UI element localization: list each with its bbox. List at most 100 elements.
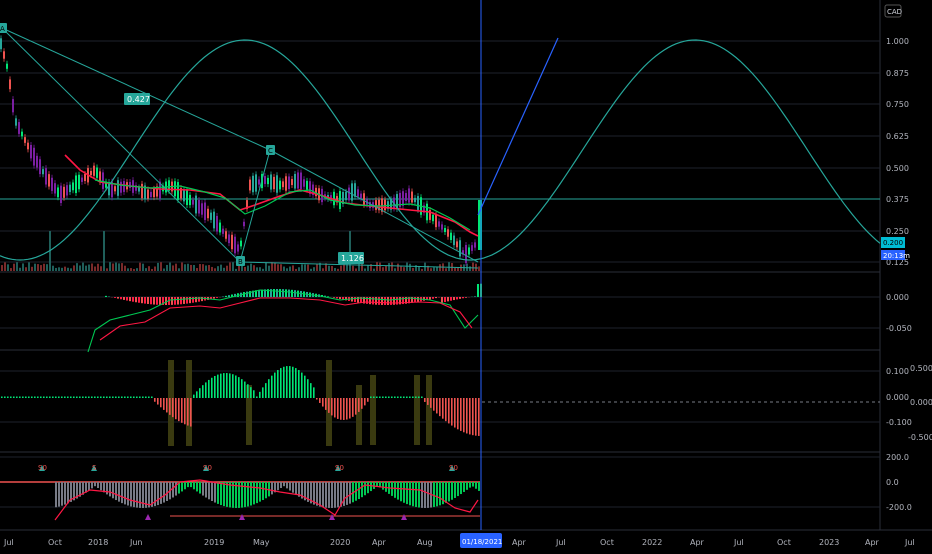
macd-bar	[150, 297, 152, 304]
time-label: Apr	[865, 538, 880, 547]
macd-bar	[180, 297, 182, 304]
candle-body	[18, 122, 20, 134]
price-label: 0.750	[886, 100, 909, 109]
macd-bar	[165, 297, 167, 305]
oscillator-bar	[460, 398, 462, 431]
momentum-bar	[283, 482, 285, 486]
momentum-bar	[133, 482, 135, 507]
candle-body	[459, 240, 461, 256]
macd-bar	[414, 297, 416, 302]
momentum-bar	[271, 482, 273, 494]
candle-body	[408, 188, 410, 202]
candle-body	[402, 191, 404, 206]
macd-bar	[177, 297, 179, 305]
volume-bar	[355, 268, 357, 271]
signal-label: S0	[335, 464, 344, 472]
momentum-bar	[181, 482, 183, 491]
momentum-bar	[319, 482, 321, 507]
oscillator-bar	[49, 397, 51, 399]
candle-body	[72, 182, 74, 190]
volume-bar	[64, 267, 66, 271]
momentum-bar	[397, 482, 399, 500]
momentum-bar	[361, 482, 363, 497]
momentum-bar	[460, 482, 462, 494]
candle-body	[147, 189, 149, 198]
momentum-bar	[250, 482, 252, 506]
momentum-bar	[400, 482, 402, 501]
volume-bar	[376, 262, 378, 271]
oscillator-bar	[91, 397, 93, 399]
macd-bar	[132, 297, 134, 302]
oscillator-bar	[253, 390, 255, 398]
macd-bar	[141, 297, 143, 303]
volume-bar	[43, 264, 45, 271]
candle-body	[252, 176, 254, 192]
volume-bar	[445, 268, 447, 271]
oscillator-bar	[382, 397, 384, 399]
candle-body	[414, 198, 416, 202]
cursor-date: 01/18/2021	[462, 538, 502, 546]
momentum-bar	[112, 482, 114, 498]
moving-average-red[interactable]	[65, 155, 478, 236]
macd-bar	[123, 297, 125, 300]
oscillator-bar	[238, 377, 240, 398]
momentum-bar	[184, 482, 186, 489]
ratio-lower: 1.126	[341, 254, 364, 263]
harmonic-pattern[interactable]	[2, 28, 478, 268]
volume-bar	[184, 264, 186, 271]
volume-bar	[421, 269, 423, 271]
candle-body	[363, 193, 365, 204]
volume-bar	[352, 266, 354, 271]
volume-bar	[55, 268, 57, 271]
momentum-bar	[139, 482, 141, 508]
time-axis[interactable]: Jul Oct 2018 Jun 2019 May 2020 Apr Aug A…	[3, 538, 915, 547]
momentum-bar	[196, 482, 198, 491]
momentum-bar	[157, 482, 159, 505]
candle-body	[282, 181, 284, 187]
chart-area[interactable]: 1.000 0.875 0.750 0.625 0.500 0.375 0.25…	[0, 0, 932, 550]
ratio-upper: 0.427	[127, 95, 150, 104]
volume-bar	[142, 264, 144, 271]
momentum-bar	[391, 482, 393, 496]
momentum-bar	[331, 482, 333, 508]
oscillator-bar	[343, 398, 345, 420]
oscillator-bar	[376, 397, 378, 399]
time-label: 2023	[819, 538, 839, 547]
oscillator-bar	[217, 375, 219, 398]
macd-bar	[435, 297, 437, 298]
macd-bar	[138, 297, 140, 303]
momentum-bar	[136, 482, 138, 508]
volume-bar	[202, 264, 204, 271]
oscillator-bar	[169, 398, 171, 415]
oscillator-bar	[220, 374, 222, 398]
oscillator-label-right: -0.500	[908, 433, 932, 442]
volume-bar	[238, 266, 240, 271]
macd-signal-line[interactable]	[100, 298, 472, 340]
candle-body	[471, 245, 473, 251]
projection-line[interactable]	[478, 38, 558, 215]
oscillator-bar	[361, 398, 363, 409]
volume-bar	[163, 269, 165, 271]
candle-body	[198, 200, 200, 213]
chart-canvas[interactable]: 1.000 0.875 0.750 0.625 0.500 0.375 0.25…	[0, 0, 932, 550]
candle-body	[39, 159, 41, 174]
moving-average-green[interactable]	[95, 180, 470, 230]
oscillator-bar	[403, 397, 405, 399]
momentum-bar	[457, 482, 459, 496]
momentum-bar	[469, 482, 471, 488]
oscillator-bar	[283, 367, 285, 398]
volume-bar	[67, 268, 69, 271]
candle-body	[453, 236, 455, 246]
momentum-bar	[187, 482, 189, 487]
macd-bar	[444, 297, 446, 302]
momentum-bar	[172, 482, 174, 497]
macd-bar	[153, 297, 155, 305]
momentum-bar	[424, 482, 426, 508]
volume-bar	[118, 263, 120, 271]
oscillator-bar	[370, 397, 372, 399]
oscillator-bar	[46, 397, 48, 399]
oscillator-bar	[202, 385, 204, 398]
signal-label: S0	[203, 464, 212, 472]
oscillator-bar	[367, 398, 369, 402]
momentum-bar	[466, 482, 468, 490]
